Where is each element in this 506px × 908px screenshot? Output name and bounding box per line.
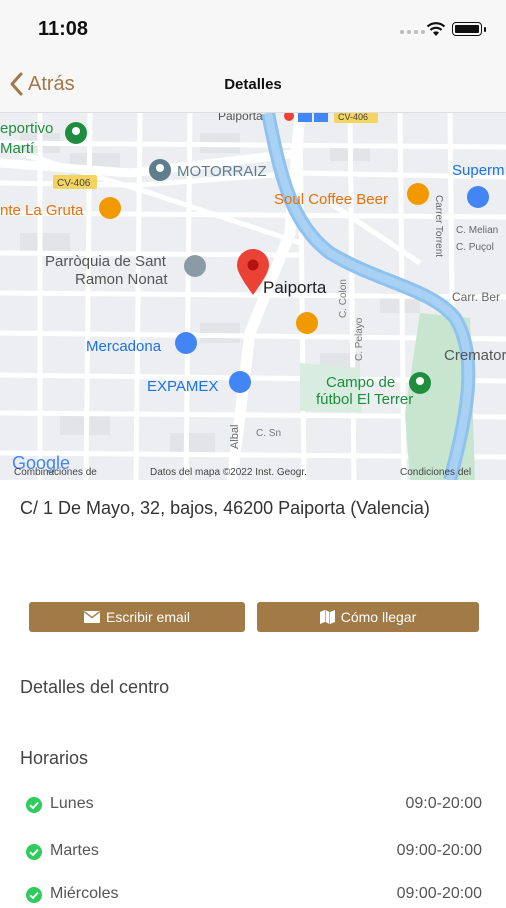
map-label: C. Sn: [256, 428, 281, 439]
map-label: Paiporta: [263, 278, 327, 297]
map-label: Campo de: [326, 374, 395, 391]
schedule-hours: 09:00-20:00: [396, 885, 482, 902]
map-label: fútbol El Terrer: [316, 391, 413, 408]
map-label: CV-406: [338, 113, 368, 122]
schedule-row: Martes 09:00-20:00: [24, 841, 482, 865]
schedule-day: Lunes: [50, 795, 94, 812]
check-circle-icon: [26, 844, 42, 860]
map-label: Albal: [229, 425, 241, 449]
schedule-row: Miércoles 09:00-20:00: [24, 884, 482, 908]
map-view[interactable]: eportivo Martí CV-406 CV-406 Paiporta MO…: [0, 113, 506, 480]
center-details-heading: Detalles del centro: [20, 677, 170, 697]
map-label: nte La Gruta: [0, 202, 84, 219]
center-address: C/ 1 De Mayo, 32, bajos, 46200 Paiporta …: [20, 498, 430, 518]
wifi-icon: [426, 22, 446, 36]
map-label: Carrer Torrent: [433, 195, 444, 257]
map-label: MOTORRAIZ: [177, 163, 267, 180]
schedule-heading: Horarios: [20, 748, 89, 768]
map-label: Mercadona: [86, 338, 162, 355]
map-label: C. Puçol: [456, 242, 494, 253]
map-label: Ramon Nonat: [75, 271, 168, 288]
map-label: Superm: [452, 162, 505, 179]
status-bar: 11:08: [0, 0, 506, 62]
battery-icon: [452, 22, 486, 36]
map-label: Carr. Ber: [452, 290, 500, 304]
signal-icon: [400, 30, 425, 34]
check-circle-icon: [26, 797, 42, 813]
map-label: Parròquia de Sant: [45, 253, 167, 270]
map-label: CV-406: [57, 178, 91, 189]
map-label: C. Melian: [456, 225, 498, 236]
map-label: Crematorio: [444, 347, 506, 364]
directions-label: Cómo llegar: [340, 609, 417, 625]
check-circle-icon: [26, 887, 42, 903]
schedule-row: Lunes 09:0-20:00: [24, 794, 482, 818]
map-label: EXPAMEX: [147, 378, 218, 395]
map-label: eportivo: [0, 120, 53, 137]
schedule-hours: 09:0-20:00: [405, 795, 482, 812]
map-label: C. Pelayo: [354, 317, 365, 361]
page-title: Detalles: [224, 76, 282, 93]
schedule-hours: 09:00-20:00: [396, 842, 482, 859]
navigation-bar: Atrás Detalles: [0, 62, 506, 113]
map-label: Martí: [0, 140, 35, 157]
map-attribution: Combinaciones de: [14, 467, 97, 478]
map-label: Paiporta: [218, 113, 263, 123]
map-terms-link[interactable]: Condiciones del: [400, 467, 471, 478]
map-attribution: Datos del mapa ©2022 Inst. Geogr.: [150, 467, 307, 478]
map-label: C. Colon: [338, 279, 349, 318]
schedule-day: Martes: [50, 842, 99, 859]
schedule-day: Miércoles: [50, 885, 119, 902]
write-email-label: Escribir email: [105, 609, 190, 625]
map-icon: [319, 610, 335, 624]
write-email-button[interactable]: Escribir email: [29, 602, 245, 632]
status-time: 11:08: [38, 18, 89, 40]
directions-button[interactable]: Cómo llegar: [257, 602, 479, 632]
map-label: Soul Coffee Beer: [274, 191, 388, 208]
mail-icon: [83, 611, 100, 623]
